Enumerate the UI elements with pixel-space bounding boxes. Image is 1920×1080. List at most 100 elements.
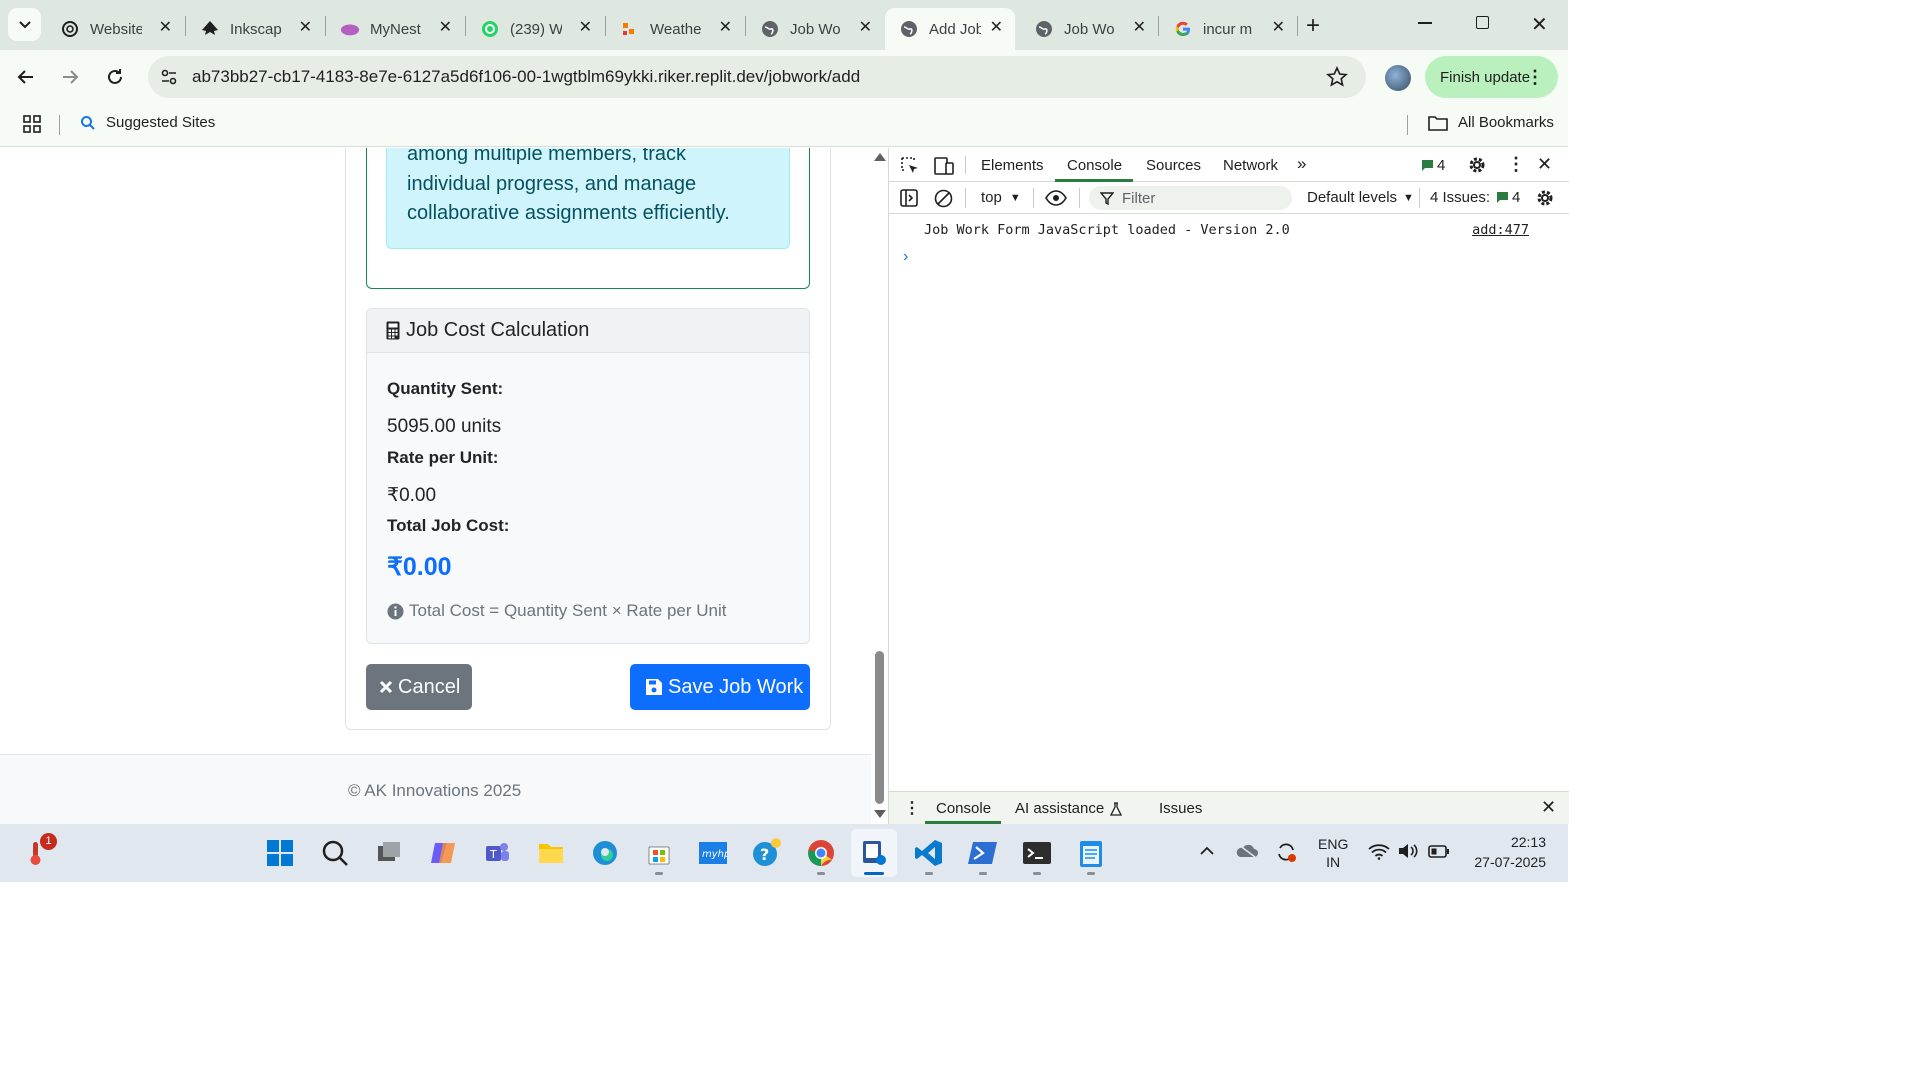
bookmark-suggested-sites[interactable]: Suggested Sites [80,114,215,131]
restore-button[interactable] [1476,16,1489,29]
close-icon[interactable]: ✕ [159,20,172,36]
apps-grid-icon[interactable] [22,114,42,134]
wifi-icon[interactable] [1368,843,1390,860]
log-levels-select[interactable]: Default levels ▼ [1307,189,1414,206]
reload-button[interactable] [105,67,125,87]
close-icon[interactable]: ✕ [439,20,452,36]
new-tab-button[interactable]: + [1306,12,1320,40]
close-icon[interactable]: ✕ [859,20,872,36]
cancel-button[interactable]: Cancel [366,664,472,710]
close-window-button[interactable]: ✕ [1531,12,1548,37]
teams-button[interactable]: T [481,837,513,869]
clear-console-icon[interactable] [934,189,953,208]
tab-title: (239) W [510,20,562,38]
help-button[interactable]: ? [751,837,783,869]
tab-network[interactable]: Network [1223,157,1278,174]
reload-icon [108,69,122,84]
tab-website[interactable]: Website ✕ [46,8,184,50]
tab-whatsapp[interactable]: (239) W ✕ [466,8,604,50]
filter-input[interactable]: Filter [1089,186,1292,210]
tab-inkscape[interactable]: Inkscape ✕ [186,8,324,50]
page-footer: © AK Innovations 2025 [0,754,871,824]
drawer-tab-console[interactable]: Console [936,800,991,817]
tab-sources[interactable]: Sources [1146,157,1201,174]
scroll-down-icon[interactable] [874,810,886,818]
system-clock[interactable]: 22:13 27-07-2025 [1466,832,1546,872]
myhp-button[interactable]: myhp [697,837,729,869]
terminal-button[interactable] [1021,837,1053,869]
device-toolbar-icon[interactable] [933,156,955,176]
tab-google[interactable]: incur m ✕ [1159,8,1297,50]
powershell-button[interactable] [967,837,999,869]
onedrive-icon[interactable] [1236,843,1258,859]
drawer-menu-icon[interactable]: ⋮ [904,798,920,818]
messages-badge[interactable]: 4 [1421,157,1445,174]
devtools-drawer: ⋮ Console AI assistance Issues ✕ [889,791,1569,824]
battery-icon[interactable] [1428,845,1450,858]
scroll-up-icon[interactable] [874,153,886,161]
tab-elements[interactable]: Elements [981,157,1044,174]
chrome-button[interactable] [805,837,837,869]
drawer-tab-ai-assistance[interactable]: AI assistance [1015,800,1123,817]
start-button[interactable] [264,837,296,869]
weather-widget[interactable]: 1 [26,833,57,870]
snipping-tool-button[interactable] [858,837,890,869]
all-bookmarks-button[interactable]: All Bookmarks [1428,114,1554,131]
edge-button[interactable] [589,837,621,869]
tab-search-button[interactable] [8,8,41,41]
sync-icon[interactable] [1275,841,1297,863]
site-info-icon[interactable] [160,68,178,86]
more-options-icon[interactable]: ⋮ [1507,154,1525,175]
page-scrollbar[interactable] [871,148,888,824]
tab-mynest[interactable]: MyNest ✕ [326,8,464,50]
tab-console[interactable]: Console [1067,157,1122,174]
drawer-tab-issues[interactable]: Issues [1159,800,1202,817]
console-prompt-icon[interactable]: › [903,248,908,266]
search-button[interactable] [319,837,351,869]
bookmark-star-icon[interactable] [1326,66,1348,88]
task-view-button[interactable] [373,837,405,869]
vscode-button[interactable] [913,837,945,869]
tab-job-work-1[interactable]: Job Wo ✕ [746,8,884,50]
address-bar[interactable]: ab73bb27-cb17-4183-8e7e-6127a5d6f106-00-… [148,56,1366,98]
avatar[interactable] [1385,65,1411,91]
minimize-button[interactable] [1418,22,1432,24]
eye-icon[interactable] [1045,190,1067,206]
scroll-thumb[interactable] [875,651,884,804]
inspect-element-icon[interactable] [900,156,920,176]
alert-line: individual progress, and manage [407,172,697,195]
store-button[interactable] [643,837,675,869]
show-hidden-icons-icon[interactable] [1199,844,1215,856]
chevron-down-icon [18,20,31,28]
copilot-button[interactable] [427,837,459,869]
bookmark-label: Suggested Sites [106,114,216,131]
url-text[interactable]: ab73bb27-cb17-4183-8e7e-6127a5d6f106-00-… [192,67,860,87]
close-icon[interactable]: ✕ [579,20,592,36]
sidebar-toggle-icon[interactable] [900,189,918,207]
issues-button[interactable]: 4 Issues: 4 [1430,189,1520,206]
notepad-button[interactable] [1075,837,1107,869]
tab-weather[interactable]: Weather ✕ [606,8,744,50]
forward-button[interactable] [60,67,80,87]
more-tabs-icon[interactable]: » [1297,154,1306,174]
tab-add-job[interactable]: Add Job ✕ [885,8,1015,50]
finish-update-button[interactable]: Finish update ⋮ [1425,56,1558,98]
close-drawer-icon[interactable]: ✕ [1541,797,1556,818]
settings-gear-icon[interactable] [1467,155,1487,175]
volume-icon[interactable] [1397,842,1419,860]
tab-job-work-2[interactable]: Job Wo ✕ [1020,8,1158,50]
close-icon[interactable]: ✕ [1133,20,1146,36]
save-label: Save Job Work [668,675,804,698]
close-icon[interactable]: ✕ [719,20,732,36]
save-job-work-button[interactable]: Save Job Work [630,664,810,710]
close-devtools-icon[interactable]: ✕ [1537,154,1552,175]
close-icon[interactable]: ✕ [299,20,312,36]
context-select[interactable]: top ▼ [981,189,1021,206]
close-icon[interactable]: ✕ [990,20,1003,36]
back-button[interactable] [16,67,36,87]
console-settings-icon[interactable] [1535,188,1555,208]
close-icon[interactable]: ✕ [1272,20,1285,36]
message-source-link[interactable]: add:477 [1472,222,1529,238]
file-explorer-button[interactable] [535,837,567,869]
language-indicator[interactable]: ENG IN [1318,835,1348,871]
